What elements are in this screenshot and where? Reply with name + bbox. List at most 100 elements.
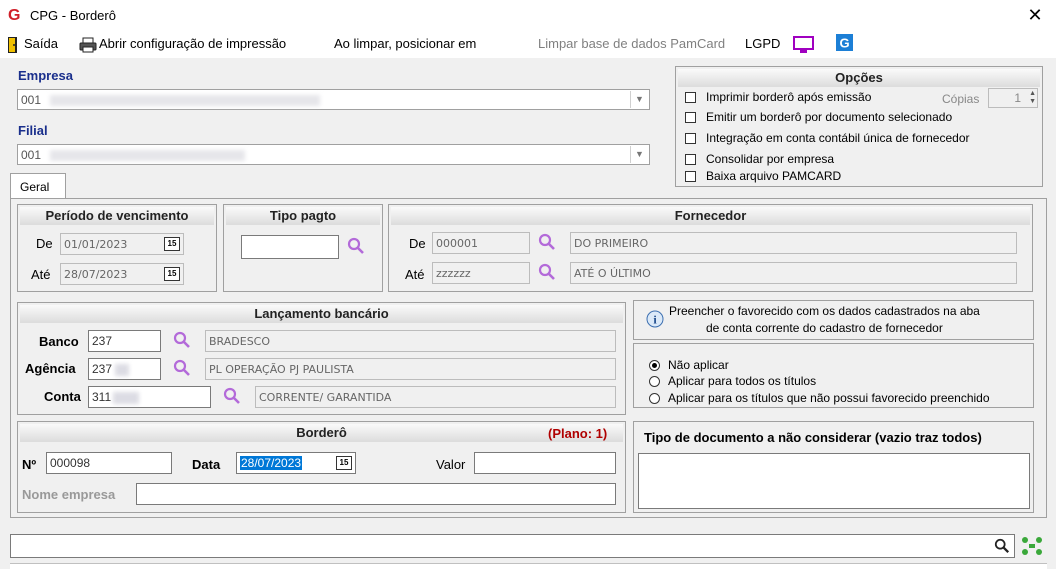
fornecedor-ate-input[interactable]: zzzzzz	[432, 262, 530, 284]
nome-empresa-label: Nome empresa	[22, 487, 116, 502]
fornecedor-de-label: De	[409, 236, 426, 251]
bordero-data-input[interactable]: 28/07/2023 15	[236, 452, 356, 474]
checkbox-baixa[interactable]	[685, 171, 696, 182]
svg-text:G: G	[839, 36, 849, 51]
search-icon[interactable]	[173, 359, 191, 380]
bordero-group: Borderô (Plano: 1) Nº 000098 Data 28/07/…	[17, 421, 626, 513]
filial-label: Filial	[18, 123, 48, 138]
menu-ao-limpar[interactable]: Ao limpar, posicionar em	[334, 36, 476, 51]
printer-icon	[79, 37, 97, 56]
bordero-data-value: 28/07/2023	[240, 456, 303, 470]
periodo-ate-label: Até	[31, 267, 51, 282]
favorecido-options: Não aplicar Aplicar para todos os título…	[633, 343, 1034, 408]
agencia-value: 237	[92, 362, 113, 376]
window-title: CPG - Borderô	[30, 8, 116, 23]
bordero-valor-label: Valor	[436, 457, 466, 472]
lancamento-group: Lançamento bancário Banco 237 BRADESCO A…	[17, 302, 626, 415]
bordero-title: Borderô	[20, 424, 623, 442]
empresa-value: 001	[21, 93, 42, 107]
redacted-text	[115, 364, 129, 376]
conta-value: 311	[92, 390, 112, 404]
chevron-down-icon[interactable]: ▼	[630, 146, 648, 163]
bordero-num-input[interactable]: 000098	[46, 452, 172, 474]
menu-abrir-configuracao[interactable]: Abrir configuração de impressão	[99, 36, 286, 51]
search-icon[interactable]	[538, 233, 556, 254]
agencia-name: PL OPERAÇÃO PJ PAULISTA	[205, 358, 616, 380]
close-icon[interactable]: ✕	[1024, 4, 1046, 26]
menu-lgpd[interactable]: LGPD	[745, 36, 780, 51]
periodo-title: Período de vencimento	[20, 207, 214, 225]
checkbox-integracao[interactable]	[685, 133, 696, 144]
monitor-icon[interactable]	[793, 36, 815, 57]
tab-geral-label: Geral	[20, 180, 50, 194]
checkbox-imprimir[interactable]	[685, 92, 696, 103]
calendar-icon[interactable]: 15	[336, 456, 352, 470]
conta-name: CORRENTE/ GARANTIDA	[255, 386, 616, 408]
opcoes-group: Opções Imprimir borderô após emissão Cóp…	[675, 66, 1043, 187]
fornecedor-de-input[interactable]: 000001	[432, 232, 530, 254]
menu-limpar-base[interactable]: Limpar base de dados PamCard	[538, 36, 725, 51]
menu-saida[interactable]: Saída	[24, 36, 58, 51]
title-bar: G CPG - Borderô ✕	[0, 0, 1056, 32]
periodo-ate-input[interactable]: 28/07/2023 15	[60, 263, 184, 285]
periodo-de-input[interactable]: 01/01/2023 15	[60, 233, 184, 255]
tipo-doc-input[interactable]	[638, 453, 1030, 509]
bordero-plano: (Plano: 1)	[548, 426, 608, 441]
filial-select[interactable]: 001 ▼	[17, 144, 650, 165]
menu-bar: Saída Abrir configuração de impressão Ao…	[0, 32, 1056, 58]
opcao-baixa-label: Baixa arquivo PAMCARD	[706, 169, 842, 183]
favorecido-info-line1: Preencher o favorecido com os dados cada…	[669, 304, 980, 318]
tipo-doc-title: Tipo de documento a não considerar (vazi…	[644, 430, 982, 445]
opcoes-title: Opções	[678, 69, 1040, 87]
bordero-num-label: Nº	[22, 457, 37, 472]
banco-input[interactable]: 237	[88, 330, 161, 352]
empresa-select[interactable]: 001 ▼	[17, 89, 650, 110]
opcao-nao-aplicar-label: Não aplicar	[668, 358, 729, 372]
app-g-icon[interactable]: G	[836, 34, 854, 55]
info-icon: i	[646, 310, 664, 333]
fornecedor-de-name: DO PRIMEIRO	[570, 232, 1017, 254]
copias-label: Cópias	[942, 92, 980, 106]
copias-spinner[interactable]: 1 ▲ ▼	[988, 88, 1038, 108]
banco-name-value: BRADESCO	[209, 335, 271, 348]
chevron-down-icon[interactable]: ▼	[630, 91, 648, 108]
nome-empresa-input[interactable]	[136, 483, 616, 505]
fornecedor-ate-code: zzzzzz	[436, 267, 471, 280]
conta-input[interactable]: 311	[88, 386, 211, 408]
opcao-imprimir-label: Imprimir borderô após emissão	[706, 90, 872, 104]
opcao-aplicar-todos-label: Aplicar para todos os títulos	[668, 374, 817, 388]
periodo-de-label: De	[36, 236, 53, 251]
tipo-pagto-title: Tipo pagto	[226, 207, 380, 225]
bordero-valor-input[interactable]	[474, 452, 616, 474]
conta-label: Conta	[44, 389, 81, 404]
calendar-icon[interactable]: 15	[164, 267, 180, 281]
periodo-group: Período de vencimento De 01/01/2023 15 A…	[17, 204, 217, 292]
radio-aplicar-sem-favorecido[interactable]	[649, 393, 660, 404]
bordero-data-label: Data	[192, 457, 221, 472]
fornecedor-ate-label: Até	[405, 267, 425, 282]
conta-name-value: CORRENTE/ GARANTIDA	[259, 391, 392, 404]
checkbox-emitir[interactable]	[685, 112, 696, 123]
redacted-text	[50, 95, 320, 106]
search-input[interactable]	[10, 534, 1015, 558]
fornecedor-de-name-value: DO PRIMEIRO	[574, 237, 649, 250]
bordero-num-value: 000098	[50, 456, 91, 470]
checkbox-consolidar[interactable]	[685, 154, 696, 165]
search-icon[interactable]	[173, 331, 191, 352]
tipo-pagto-input[interactable]	[241, 235, 339, 259]
spinner-arrows-icon[interactable]: ▲ ▼	[1029, 90, 1036, 106]
search-icon[interactable]	[538, 263, 556, 284]
agencia-input[interactable]: 237	[88, 358, 161, 380]
periodo-de-value: 01/01/2023	[64, 238, 128, 251]
opcao-integracao-label: Integração em conta contábil única de fo…	[706, 131, 970, 145]
search-icon[interactable]	[223, 387, 241, 408]
tab-geral[interactable]: Geral	[10, 173, 66, 199]
search-icon[interactable]	[994, 538, 1010, 557]
expand-icon[interactable]	[1021, 536, 1043, 559]
radio-aplicar-todos[interactable]	[649, 376, 660, 387]
radio-nao-aplicar[interactable]	[649, 360, 660, 371]
fornecedor-de-code: 000001	[436, 237, 478, 250]
opcao-consolidar-label: Consolidar por empresa	[706, 152, 835, 166]
calendar-icon[interactable]: 15	[164, 237, 180, 251]
search-icon[interactable]	[347, 237, 365, 258]
